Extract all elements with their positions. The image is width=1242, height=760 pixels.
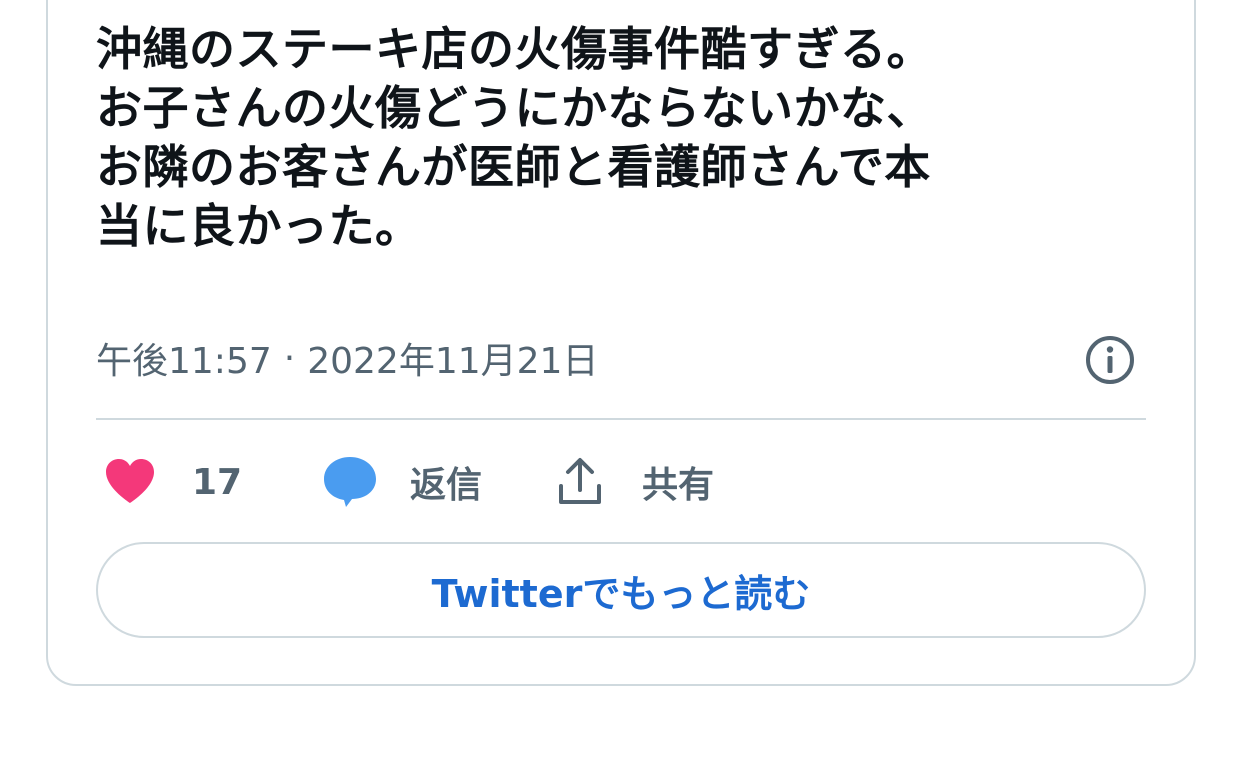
like-count: 17 bbox=[192, 461, 243, 503]
reply-button[interactable]: 返信 bbox=[322, 452, 482, 512]
tweet-text-line: 沖縄のステーキ店の火傷事件酷すぎる。 bbox=[96, 22, 933, 76]
info-icon[interactable] bbox=[1084, 334, 1136, 386]
tweet-text-line: お子さんの火傷どうにかならないかな、 bbox=[96, 81, 933, 135]
reply-label: 返信 bbox=[410, 465, 483, 506]
tweet-text: 沖縄のステーキ店の火傷事件酷すぎる。 お子さんの火傷どうにかならないかな、 お隣… bbox=[96, 20, 1126, 256]
tweet-text-line: 当に良かった。 bbox=[96, 199, 422, 253]
tweet-date: 2022年11月21日 bbox=[307, 341, 599, 382]
speech-bubble-icon bbox=[324, 457, 376, 507]
meta-separator: · bbox=[283, 337, 296, 379]
like-button[interactable]: 17 bbox=[104, 452, 242, 512]
tweet-timestamp[interactable]: 午後11:57 · 2022年11月21日 bbox=[96, 330, 598, 386]
divider bbox=[96, 418, 1146, 420]
tweet-text-line: お隣のお客さんが医師と看護師さんで本 bbox=[96, 140, 931, 194]
share-upload-icon bbox=[559, 458, 601, 504]
heart-icon bbox=[106, 459, 154, 503]
share-button[interactable]: 共有 bbox=[556, 452, 714, 512]
share-label: 共有 bbox=[642, 465, 715, 506]
read-more-button[interactable]: Twitterでもっと読む bbox=[96, 542, 1146, 638]
tweet-time: 午後11:57 bbox=[96, 341, 272, 382]
